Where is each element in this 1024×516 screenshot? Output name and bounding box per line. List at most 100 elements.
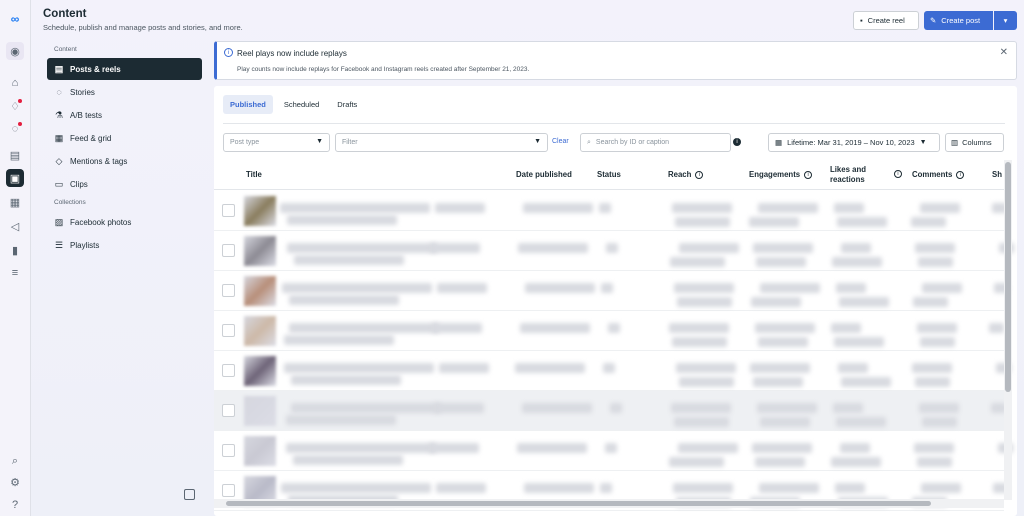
row-checkbox[interactable] [222, 484, 235, 497]
sidebar-item-mentions-tags[interactable]: ◇ Mentions & tags [47, 150, 202, 172]
sidebar-item-label: A/B tests [70, 110, 103, 120]
redacted-cell [284, 363, 434, 373]
page-subtitle: Schedule, publish and manage posts and s… [43, 23, 243, 32]
sidebar-item-playlists[interactable]: ☰ Playlists [47, 234, 202, 256]
settings-icon[interactable]: ⚙ [6, 473, 24, 491]
sidebar-item-clips[interactable]: ▭ Clips [47, 173, 202, 195]
redacted-cell [287, 215, 397, 225]
redacted-cell [523, 203, 593, 213]
profile-icon[interactable]: ◉ [6, 42, 24, 60]
redacted-cell [671, 403, 731, 413]
table-row[interactable] [214, 271, 1009, 311]
post-type-select[interactable]: Post type ▼ [223, 133, 330, 152]
redacted-cell [758, 337, 808, 347]
table-row[interactable] [214, 431, 1013, 471]
insights-icon[interactable]: ▮ [6, 241, 24, 259]
date-range-button[interactable]: ▦ Lifetime: Mar 31, 2019 – Nov 10, 2023 … [768, 133, 940, 152]
redacted-cell [669, 457, 724, 467]
redacted-cell [760, 283, 820, 293]
collapse-sidebar-icon[interactable] [184, 489, 195, 500]
redacted-cell [834, 203, 864, 213]
help-icon[interactable]: ? [6, 496, 24, 514]
flask-icon: ⚗ [54, 109, 64, 120]
row-checkbox[interactable] [222, 364, 235, 377]
post-thumbnail [244, 436, 276, 466]
vertical-scrollbar[interactable] [1004, 160, 1012, 500]
post-thumbnail [244, 356, 276, 386]
meta-logo-icon[interactable]: ∞ [6, 10, 24, 28]
sidebar-item-posts-reels[interactable]: ▤ Posts & reels [47, 58, 202, 80]
table-row[interactable] [214, 391, 1006, 431]
row-checkbox[interactable] [222, 444, 235, 457]
table-row[interactable] [214, 311, 1004, 351]
redacted-cell [291, 403, 441, 413]
col-reach[interactable]: Reach i [668, 170, 704, 179]
redacted-cell [755, 457, 805, 467]
redacted-cell [286, 443, 436, 453]
search-icon[interactable]: ⌕ [6, 452, 24, 470]
ads-icon[interactable]: ◁ [6, 217, 24, 235]
row-checkbox[interactable] [222, 284, 235, 297]
col-likes-reactions[interactable]: Likes and reactions [830, 165, 882, 185]
redacted-cell [606, 243, 618, 253]
col-comments[interactable]: Comments i [912, 170, 965, 179]
redacted-cell [436, 483, 486, 493]
caret-down-icon: ▼ [534, 138, 541, 145]
sidebar-item-stories[interactable]: ◌ Stories [47, 81, 202, 103]
sidebar-item-feed-grid[interactable]: ▦ Feed & grid [47, 127, 202, 149]
banner-title: Reel plays now include replays [237, 49, 347, 58]
redacted-cell [605, 443, 617, 453]
table-row[interactable] [214, 191, 1007, 231]
post-thumbnail [244, 316, 276, 346]
home-icon[interactable]: ⌂ [6, 74, 24, 92]
info-icon[interactable]: i [956, 170, 965, 179]
posts-icon: ▤ [54, 63, 64, 74]
redacted-cell [839, 297, 889, 307]
tab-published[interactable]: Published [223, 95, 273, 114]
row-checkbox[interactable] [222, 204, 235, 217]
info-icon[interactable]: i [894, 170, 902, 178]
notifications-icon[interactable]: ♢ [6, 97, 24, 115]
clear-link[interactable]: Clear [552, 138, 569, 145]
redacted-cell [672, 203, 732, 213]
horizontal-scrollbar[interactable] [214, 499, 1004, 508]
search-input[interactable]: ⌕ Search by ID or caption [580, 133, 731, 152]
table-row[interactable] [214, 231, 1014, 271]
col-title[interactable]: Title [246, 170, 262, 179]
redacted-cell [289, 295, 399, 305]
col-engagements[interactable]: Engagements i [749, 170, 813, 179]
columns-button[interactable]: ▥ Columns [945, 133, 1004, 152]
row-checkbox[interactable] [222, 244, 235, 257]
col-status[interactable]: Status [597, 170, 621, 179]
close-icon[interactable]: ✕ [1000, 47, 1008, 58]
col-shares[interactable]: Sh [992, 170, 1002, 179]
content-icon[interactable]: ▣ [6, 169, 24, 187]
info-icon[interactable]: i [804, 170, 813, 179]
row-checkbox[interactable] [222, 404, 235, 417]
planner-icon[interactable]: ▦ [6, 193, 24, 211]
create-post-button[interactable]: ✎ Create post [924, 11, 993, 30]
row-checkbox[interactable] [222, 324, 235, 337]
scroll-thumb[interactable] [1005, 162, 1011, 392]
redacted-cell [601, 283, 613, 293]
tab-scheduled[interactable]: Scheduled [277, 95, 326, 114]
contact-card-icon[interactable]: ▤ [6, 146, 24, 164]
scroll-thumb[interactable] [226, 501, 931, 506]
col-date-published[interactable]: Date published [516, 170, 572, 179]
redacted-cell [835, 483, 865, 493]
redacted-cell [920, 337, 955, 347]
create-reel-button[interactable]: ▪ Create reel [853, 11, 919, 30]
sidebar-item-ab-tests[interactable]: ⚗ A/B tests [47, 104, 202, 126]
menu-icon[interactable]: ≡ [6, 264, 24, 282]
redacted-cell [284, 335, 394, 345]
col-likes-info[interactable]: i [894, 170, 902, 178]
info-icon[interactable]: i [695, 170, 704, 179]
filter-select[interactable]: Filter ▼ [335, 133, 548, 152]
sidebar-item-facebook-photos[interactable]: ▨ Facebook photos [47, 211, 202, 233]
activity-icon[interactable]: ◌ [6, 120, 24, 138]
redacted-cell [751, 297, 801, 307]
tab-drafts[interactable]: Drafts [330, 95, 364, 114]
info-icon[interactable]: i [733, 138, 741, 146]
table-row[interactable] [214, 351, 1011, 391]
create-post-dropdown[interactable]: ▾ [994, 11, 1017, 30]
